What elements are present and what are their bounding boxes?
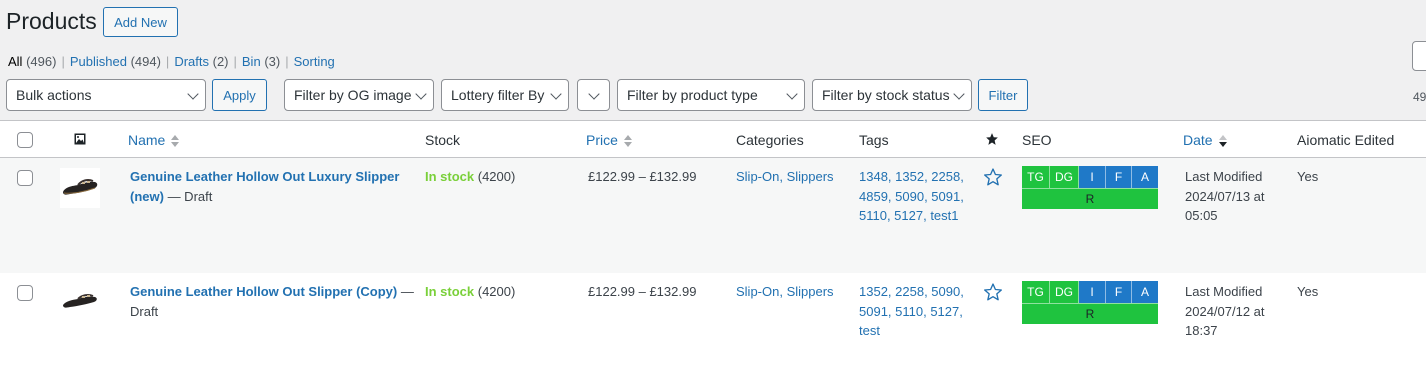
product-name-link[interactable]: Genuine Leather Hollow Out Slipper (Copy…: [130, 284, 397, 299]
items-count: 49: [1413, 90, 1426, 104]
tags-link[interactable]: 1348, 1352, 2258, 4859, 5090, 5091, 5110…: [859, 167, 969, 226]
lottery-filter-select[interactable]: Lottery filter By: [441, 79, 569, 111]
categories-link[interactable]: Slip-On, Slippers: [736, 167, 834, 187]
column-aiomatic-edited: Aiomatic Edited: [1297, 132, 1395, 148]
seo-badge-i: I: [1079, 281, 1106, 303]
product-thumbnail[interactable]: [60, 168, 100, 208]
seo-badge-a: A: [1132, 166, 1158, 188]
in-stock-label: In stock: [425, 284, 475, 299]
chevron-down-icon: [953, 88, 965, 100]
featured-star-icon[interactable]: [985, 132, 999, 149]
date-value: 2024/07/13 at 05:05: [1185, 188, 1265, 224]
chevron-down-icon: [415, 88, 427, 100]
table-header: Name Stock Price Categories Tags SEO Dat…: [0, 121, 1426, 158]
stock-cell: In stock (4200): [425, 282, 515, 302]
seo-status-badges: TG DG I F A R: [1022, 281, 1158, 325]
seo-badge-a: A: [1132, 281, 1158, 303]
post-state: — Draft: [163, 188, 213, 204]
view-all[interactable]: All (496): [8, 54, 56, 69]
product-name-cell: Genuine Leather Hollow Out Slipper (Copy…: [130, 282, 415, 321]
star-outline-icon[interactable]: [983, 282, 1003, 305]
sort-icon: [171, 135, 180, 148]
date-cell: Last Modified 2024/07/13 at 05:05: [1185, 167, 1285, 226]
column-price[interactable]: Price: [586, 132, 632, 148]
seo-badge-r: R: [1022, 303, 1158, 324]
product-name-cell: Genuine Leather Hollow Out Luxury Slippe…: [130, 167, 415, 206]
stock-quantity: (4200): [474, 169, 516, 184]
stock-quantity: (4200): [474, 284, 516, 299]
view-drafts[interactable]: Drafts (2): [174, 54, 228, 69]
in-stock-label: In stock: [425, 169, 475, 184]
chevron-down-icon: [588, 88, 600, 100]
product-type-filter-select[interactable]: Filter by product type: [617, 79, 805, 111]
sort-icon: [623, 135, 632, 148]
seo-badge-dg: DG: [1050, 166, 1079, 188]
row-checkbox[interactable]: [17, 170, 33, 186]
bulk-actions-select[interactable]: Bulk actions: [6, 79, 206, 111]
chevron-down-icon: [550, 88, 562, 100]
status-views: All (496) | Published (494) | Drafts (2) | Bin…: [8, 54, 335, 69]
image-icon: [74, 133, 86, 148]
table-row: Genuine Leather Hollow Out Luxury Slippe…: [0, 158, 1426, 273]
row-checkbox[interactable]: [17, 285, 33, 301]
table-row: Genuine Leather Hollow Out Slipper (Copy…: [0, 273, 1426, 381]
view-bin[interactable]: Bin (3): [242, 54, 280, 69]
add-new-button[interactable]: Add New: [103, 7, 178, 37]
sort-desc-icon: [1218, 135, 1227, 148]
seo-badge-f: F: [1106, 166, 1132, 188]
seo-status-badges: TG DG I F A R: [1022, 166, 1158, 210]
filter-button[interactable]: Filter: [978, 79, 1028, 111]
column-tags: Tags: [859, 132, 889, 148]
chevron-down-icon: [786, 88, 798, 100]
chevron-down-icon: [187, 88, 199, 100]
seo-badge-i: I: [1079, 166, 1106, 188]
date-value: 2024/07/12 at 18:37: [1185, 303, 1265, 339]
date-label: Last Modified: [1185, 284, 1263, 299]
price-cell: £122.99 – £132.99: [588, 169, 697, 184]
search-input[interactable]: [1412, 41, 1426, 71]
column-stock: Stock: [425, 132, 461, 148]
view-sorting[interactable]: Sorting: [294, 54, 335, 69]
categories-link[interactable]: Slip-On, Slippers: [736, 282, 834, 302]
column-date[interactable]: Date: [1183, 132, 1227, 148]
products-table: Name Stock Price Categories Tags SEO Dat…: [0, 120, 1426, 381]
seo-badge-r: R: [1022, 188, 1158, 209]
column-categories: Categories: [736, 132, 804, 148]
page-title: Products: [6, 8, 97, 34]
seo-badge-f: F: [1106, 281, 1132, 303]
aiomatic-edited-cell: Yes: [1297, 169, 1319, 184]
column-name[interactable]: Name: [128, 132, 180, 148]
column-seo: SEO: [1022, 132, 1052, 148]
aiomatic-edited-cell: Yes: [1297, 284, 1319, 299]
stock-cell: In stock (4200): [425, 167, 515, 187]
seo-badge-tg: TG: [1022, 281, 1050, 303]
star-outline-icon[interactable]: [983, 167, 1003, 190]
blank-filter-select[interactable]: [577, 79, 610, 111]
select-all-checkbox[interactable]: [17, 132, 33, 148]
stock-status-filter-select[interactable]: Filter by stock status: [812, 79, 972, 111]
price-cell: £122.99 – £132.99: [588, 284, 697, 299]
apply-button[interactable]: Apply: [212, 79, 267, 111]
tags-link[interactable]: 1352, 2258, 5090, 5091, 5110, 5127, test: [859, 282, 969, 341]
product-thumbnail[interactable]: [60, 283, 100, 323]
seo-badge-dg: DG: [1050, 281, 1079, 303]
seo-badge-tg: TG: [1022, 166, 1050, 188]
date-cell: Last Modified 2024/07/12 at 18:37: [1185, 282, 1285, 341]
view-published[interactable]: Published (494): [70, 54, 161, 69]
date-label: Last Modified: [1185, 169, 1263, 184]
og-image-filter-select[interactable]: Filter by OG image: [284, 79, 434, 111]
